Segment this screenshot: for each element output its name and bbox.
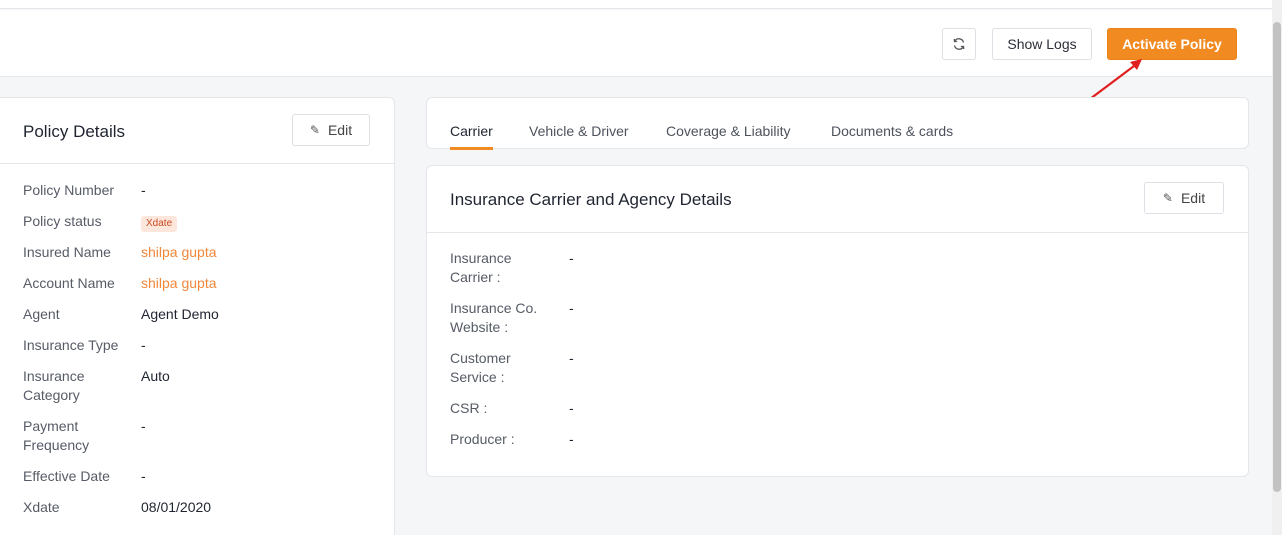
policy-details-header: Policy Details ✎ Edit [0,98,394,164]
row-value: - [141,418,146,434]
row-label: Insurance Carrier : [450,250,512,285]
insured-name-link[interactable]: shilpa gupta [141,243,341,262]
row-value: - [141,468,146,484]
policy-edit-button[interactable]: ✎ Edit [292,114,370,146]
row-value: - [569,350,574,366]
row-value: Agent Demo [141,306,219,322]
carrier-edit-label: Edit [1180,190,1206,206]
carrier-details-card: Insurance Carrier and Agency Details ✎ E… [426,165,1249,477]
refresh-icon [953,38,965,50]
row-label: Xdate [23,499,60,515]
row-label: Account Name [23,275,115,291]
row-label: Insurance Type [23,337,119,353]
row-label: Policy status [23,213,102,229]
row-label: Insurance Category [23,368,85,403]
account-name-link[interactable]: shilpa gupta [141,274,341,293]
row-label: Payment Frequency [23,418,90,453]
carrier-details-title: Insurance Carrier and Agency Details [450,190,732,209]
row-value: - [141,182,146,198]
pencil-icon: ✎ [1162,191,1173,205]
tab-vehicle-driver[interactable]: Vehicle & Driver [529,123,629,147]
row-value: Auto [141,368,170,384]
row-label: Effective Date [23,468,110,484]
tabs-bar: Carrier Vehicle & Driver Coverage & Liab… [426,97,1249,150]
row-label: Agent [23,306,60,322]
scrollbar-thumb[interactable] [1273,22,1281,492]
policy-edit-label: Edit [327,122,353,138]
pencil-icon: ✎ [309,123,320,137]
status-badge: Xdate [141,216,178,232]
row-label: Insurance Co. Website : [450,300,538,335]
tab-coverage-liability[interactable]: Coverage & Liability [666,123,791,147]
row-value: - [141,337,146,353]
row-value: - [569,400,574,416]
tab-carrier[interactable]: Carrier [450,123,493,150]
carrier-edit-button[interactable]: ✎ Edit [1144,182,1224,214]
refresh-button[interactable] [942,28,976,60]
row-value: - [569,250,574,266]
row-label: Policy Number [23,182,115,198]
row-value: - [569,300,574,316]
carrier-details-header: Insurance Carrier and Agency Details ✎ E… [427,166,1248,233]
top-strip [0,0,1272,9]
row-label: CSR : [450,400,488,416]
row-value: - [569,431,574,447]
row-value: 08/01/2020 [141,499,212,515]
row-label: Insured Name [23,244,111,260]
show-logs-button[interactable]: Show Logs [992,28,1092,60]
policy-details-title: Policy Details [23,122,126,141]
tab-documents-cards[interactable]: Documents & cards [831,123,953,147]
policy-details-card: Policy Details ✎ Edit Policy Number - Po… [0,97,395,535]
row-label: Customer Service : [450,350,511,385]
row-label: Producer : [450,431,515,447]
page-scrollbar[interactable] [1272,0,1282,535]
